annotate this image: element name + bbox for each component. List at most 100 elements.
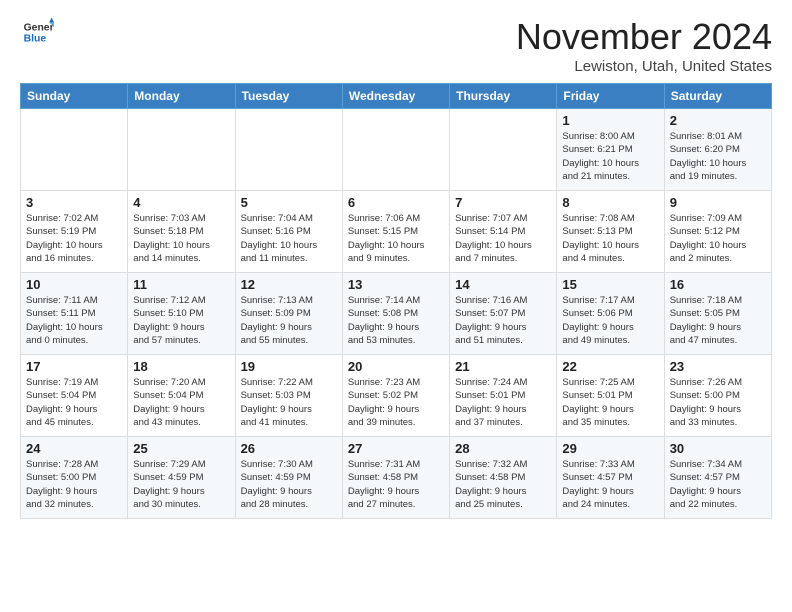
table-row	[21, 109, 128, 191]
table-row: 3 Sunrise: 7:02 AM Sunset: 5:19 PM Daylig…	[21, 191, 128, 273]
day-number: 28	[455, 441, 551, 456]
day-number: 15	[562, 277, 658, 292]
day-number: 22	[562, 359, 658, 374]
week-row-4: 17Sunrise: 7:19 AM Sunset: 5:04 PM Dayli…	[21, 355, 772, 437]
table-row: 1 Sunrise: 8:00 AM Sunset: 6:21 PM Daylig…	[557, 109, 664, 191]
table-row: 21 Sunrise: 7:24 AM Sunset: 5:01 PM Dayli…	[450, 355, 557, 437]
col-saturday: Saturday	[664, 84, 771, 109]
day-number: 27	[348, 441, 444, 456]
table-row: 17Sunrise: 7:19 AM Sunset: 5:04 PM Dayli…	[21, 355, 128, 437]
title-block: November 2024 Lewiston, Utah, United Sta…	[516, 16, 772, 75]
table-row: 26 Sunrise: 7:30 AM Sunset: 4:59 PM Dayli…	[235, 437, 342, 519]
table-row: 19 Sunrise: 7:22 AM Sunset: 5:03 PM Dayli…	[235, 355, 342, 437]
day-info: Sunrise: 7:23 AM Sunset: 5:02 PM Dayligh…	[348, 376, 444, 429]
month-title: November 2024	[516, 16, 772, 58]
day-info: Sunrise: 7:07 AM Sunset: 5:14 PM Dayligh…	[455, 212, 551, 265]
day-number: 25	[133, 441, 229, 456]
day-info: Sunrise: 7:22 AM Sunset: 5:03 PM Dayligh…	[241, 376, 337, 429]
page: General Blue November 2024 Lewiston, Uta…	[0, 0, 792, 612]
day-info: Sunrise: 7:08 AM Sunset: 5:13 PM Dayligh…	[562, 212, 658, 265]
col-thursday: Thursday	[450, 84, 557, 109]
day-info: Sunrise: 7:12 AM Sunset: 5:10 PM Dayligh…	[133, 294, 229, 347]
day-info: Sunrise: 7:02 AM Sunset: 5:19 PM Dayligh…	[26, 212, 122, 265]
day-info: Sunrise: 7:28 AM Sunset: 5:00 PM Dayligh…	[26, 458, 122, 511]
day-info: Sunrise: 7:34 AM Sunset: 4:57 PM Dayligh…	[670, 458, 766, 511]
table-row: 5Sunrise: 7:04 AM Sunset: 5:16 PM Daylig…	[235, 191, 342, 273]
day-number: 7	[455, 195, 551, 210]
day-number: 6	[348, 195, 444, 210]
logo: General Blue	[20, 16, 54, 53]
day-number: 8	[562, 195, 658, 210]
table-row: 20Sunrise: 7:23 AM Sunset: 5:02 PM Dayli…	[342, 355, 449, 437]
table-row: 11 Sunrise: 7:12 AM Sunset: 5:10 PM Dayli…	[128, 273, 235, 355]
header: General Blue November 2024 Lewiston, Uta…	[20, 16, 772, 75]
table-row: 25 Sunrise: 7:29 AM Sunset: 4:59 PM Dayli…	[128, 437, 235, 519]
day-info: Sunrise: 7:18 AM Sunset: 5:05 PM Dayligh…	[670, 294, 766, 347]
table-row	[128, 109, 235, 191]
day-info: Sunrise: 7:03 AM Sunset: 5:18 PM Dayligh…	[133, 212, 229, 265]
day-info: Sunrise: 7:31 AM Sunset: 4:58 PM Dayligh…	[348, 458, 444, 511]
day-info: Sunrise: 7:13 AM Sunset: 5:09 PM Dayligh…	[241, 294, 337, 347]
location: Lewiston, Utah, United States	[516, 58, 772, 75]
table-row: 14Sunrise: 7:16 AM Sunset: 5:07 PM Dayli…	[450, 273, 557, 355]
table-row: 2 Sunrise: 8:01 AM Sunset: 6:20 PM Daylig…	[664, 109, 771, 191]
day-info: Sunrise: 7:20 AM Sunset: 5:04 PM Dayligh…	[133, 376, 229, 429]
day-info: Sunrise: 7:16 AM Sunset: 5:07 PM Dayligh…	[455, 294, 551, 347]
table-row: 27 Sunrise: 7:31 AM Sunset: 4:58 PM Dayli…	[342, 437, 449, 519]
day-number: 9	[670, 195, 766, 210]
calendar-header-row: Sunday Monday Tuesday Wednesday Thursday…	[21, 84, 772, 109]
week-row-3: 10 Sunrise: 7:11 AM Sunset: 5:11 PM Dayli…	[21, 273, 772, 355]
col-sunday: Sunday	[21, 84, 128, 109]
day-info: Sunrise: 7:30 AM Sunset: 4:59 PM Dayligh…	[241, 458, 337, 511]
col-tuesday: Tuesday	[235, 84, 342, 109]
day-number: 10	[26, 277, 122, 292]
calendar-table: Sunday Monday Tuesday Wednesday Thursday…	[20, 83, 772, 519]
day-number: 11	[133, 277, 229, 292]
day-info: Sunrise: 7:11 AM Sunset: 5:11 PM Dayligh…	[26, 294, 122, 347]
day-info: Sunrise: 7:29 AM Sunset: 4:59 PM Dayligh…	[133, 458, 229, 511]
week-row-5: 24 Sunrise: 7:28 AM Sunset: 5:00 PM Dayli…	[21, 437, 772, 519]
day-number: 21	[455, 359, 551, 374]
table-row: 7 Sunrise: 7:07 AM Sunset: 5:14 PM Daylig…	[450, 191, 557, 273]
table-row: 29Sunrise: 7:33 AM Sunset: 4:57 PM Dayli…	[557, 437, 664, 519]
day-number: 3	[26, 195, 122, 210]
day-info: Sunrise: 7:17 AM Sunset: 5:06 PM Dayligh…	[562, 294, 658, 347]
day-info: Sunrise: 7:09 AM Sunset: 5:12 PM Dayligh…	[670, 212, 766, 265]
day-info: Sunrise: 7:26 AM Sunset: 5:00 PM Dayligh…	[670, 376, 766, 429]
table-row	[342, 109, 449, 191]
table-row: 28Sunrise: 7:32 AM Sunset: 4:58 PM Dayli…	[450, 437, 557, 519]
table-row	[235, 109, 342, 191]
day-number: 19	[241, 359, 337, 374]
day-number: 2	[670, 113, 766, 128]
table-row: 4 Sunrise: 7:03 AM Sunset: 5:18 PM Daylig…	[128, 191, 235, 273]
table-row: 10 Sunrise: 7:11 AM Sunset: 5:11 PM Dayli…	[21, 273, 128, 355]
day-number: 17	[26, 359, 122, 374]
col-wednesday: Wednesday	[342, 84, 449, 109]
table-row: 30Sunrise: 7:34 AM Sunset: 4:57 PM Dayli…	[664, 437, 771, 519]
day-number: 24	[26, 441, 122, 456]
day-info: Sunrise: 7:33 AM Sunset: 4:57 PM Dayligh…	[562, 458, 658, 511]
day-number: 1	[562, 113, 658, 128]
day-info: Sunrise: 8:00 AM Sunset: 6:21 PM Dayligh…	[562, 130, 658, 183]
day-number: 26	[241, 441, 337, 456]
table-row: 6 Sunrise: 7:06 AM Sunset: 5:15 PM Daylig…	[342, 191, 449, 273]
day-info: Sunrise: 8:01 AM Sunset: 6:20 PM Dayligh…	[670, 130, 766, 183]
table-row: 13Sunrise: 7:14 AM Sunset: 5:08 PM Dayli…	[342, 273, 449, 355]
table-row: 8 Sunrise: 7:08 AM Sunset: 5:13 PM Daylig…	[557, 191, 664, 273]
day-number: 4	[133, 195, 229, 210]
table-row: 24 Sunrise: 7:28 AM Sunset: 5:00 PM Dayli…	[21, 437, 128, 519]
svg-text:Blue: Blue	[24, 34, 47, 45]
table-row: 18Sunrise: 7:20 AM Sunset: 5:04 PM Dayli…	[128, 355, 235, 437]
day-info: Sunrise: 7:25 AM Sunset: 5:01 PM Dayligh…	[562, 376, 658, 429]
col-friday: Friday	[557, 84, 664, 109]
week-row-1: 1 Sunrise: 8:00 AM Sunset: 6:21 PM Daylig…	[21, 109, 772, 191]
table-row: 22 Sunrise: 7:25 AM Sunset: 5:01 PM Dayli…	[557, 355, 664, 437]
table-row: 9 Sunrise: 7:09 AM Sunset: 5:12 PM Daylig…	[664, 191, 771, 273]
day-info: Sunrise: 7:04 AM Sunset: 5:16 PM Dayligh…	[241, 212, 337, 265]
day-number: 23	[670, 359, 766, 374]
table-row	[450, 109, 557, 191]
day-number: 13	[348, 277, 444, 292]
day-info: Sunrise: 7:06 AM Sunset: 5:15 PM Dayligh…	[348, 212, 444, 265]
day-info: Sunrise: 7:24 AM Sunset: 5:01 PM Dayligh…	[455, 376, 551, 429]
table-row: 16Sunrise: 7:18 AM Sunset: 5:05 PM Dayli…	[664, 273, 771, 355]
